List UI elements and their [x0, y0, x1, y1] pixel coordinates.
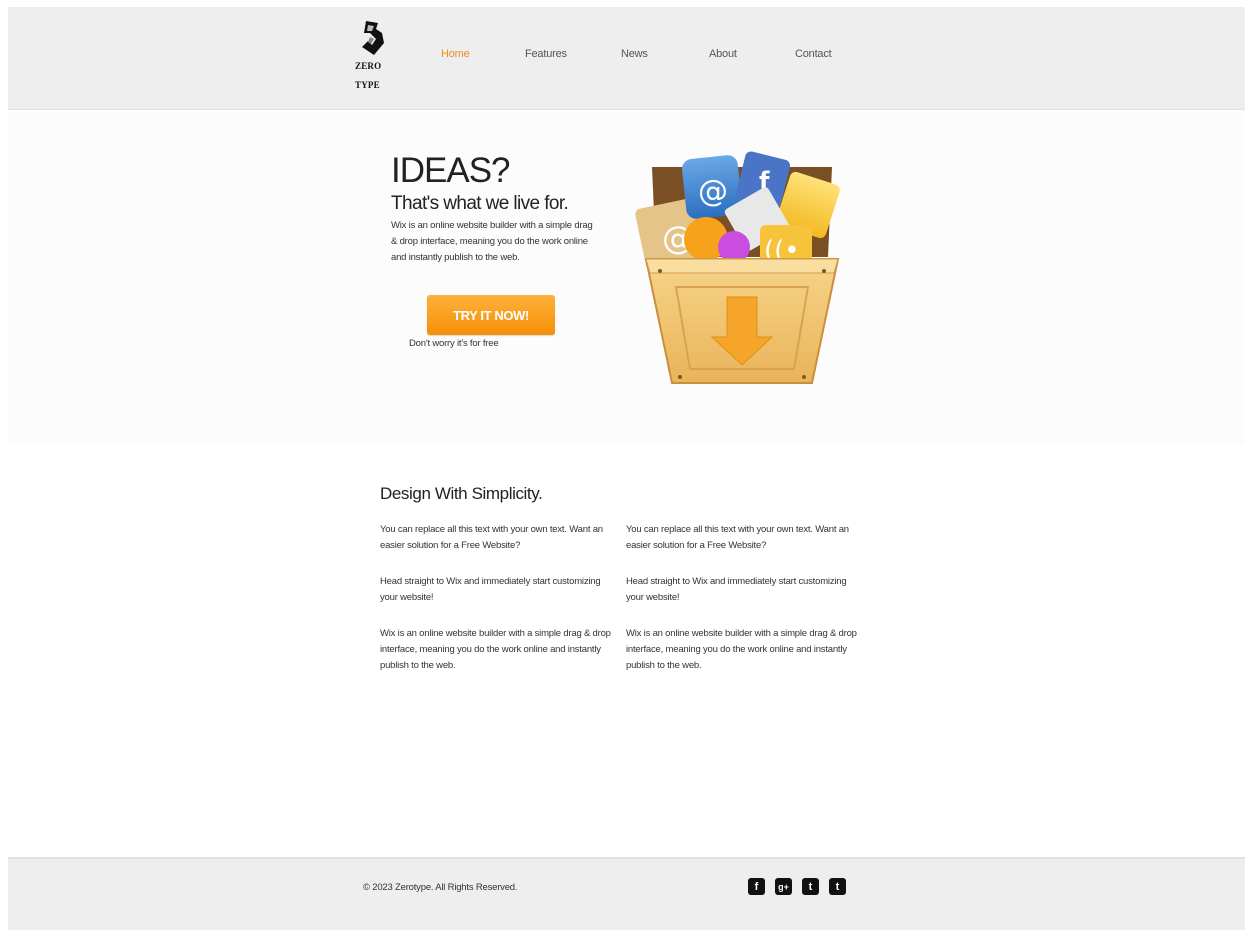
hero-description: Wix is an online website builder with a …	[391, 220, 593, 263]
cta-note: Don't worry it's for free	[409, 338, 499, 349]
try-it-now-button[interactable]: TRY IT NOW!	[427, 295, 555, 335]
content-column-left: You can replace all this text with your …	[380, 522, 615, 694]
site-footer: © 2023 Zerotype. All Rights Reserved. f …	[8, 857, 1245, 930]
paragraph: You can replace all this text with your …	[380, 524, 603, 551]
hero-subtitle: That's what we live for.	[391, 193, 569, 214]
google-plus-icon[interactable]: g+	[775, 878, 792, 895]
section-title: Design With Simplicity.	[380, 484, 543, 503]
content-section: Design With Simplicity. You can replace …	[0, 444, 1245, 854]
paragraph: Wix is an online website builder with a …	[626, 628, 857, 671]
paragraph: Wix is an online website builder with a …	[380, 628, 611, 671]
paragraph: Head straight to Wix and immediately sta…	[626, 576, 847, 603]
content-column-right: You can replace all this text with your …	[626, 522, 861, 694]
nav-contact[interactable]: Contact	[795, 48, 832, 60]
site-header: ZERO TYPE Home Features News About Conta…	[8, 7, 1245, 110]
twitter-icon[interactable]: t	[802, 878, 819, 895]
paragraph: Head straight to Wix and immediately sta…	[380, 576, 601, 603]
facebook-icon[interactable]: f	[748, 878, 765, 895]
crate-of-icons-image: @ @ f ((•	[635, 151, 840, 384]
hero-section: IDEAS? That's what we live for. Wix is a…	[8, 111, 1245, 444]
logo-text-line1: ZERO	[355, 61, 382, 71]
paragraph: You can replace all this text with your …	[626, 524, 849, 551]
logo[interactable]: ZERO TYPE	[355, 19, 395, 109]
svg-text:@: @	[698, 174, 728, 209]
nav-features[interactable]: Features	[525, 48, 567, 60]
nav-about[interactable]: About	[709, 48, 737, 60]
tumblr-icon[interactable]: t	[829, 878, 846, 895]
copyright-text: © 2023 Zerotype. All Rights Reserved.	[363, 882, 518, 893]
hero-title: IDEAS?	[391, 151, 510, 190]
nav-news[interactable]: News	[621, 48, 648, 60]
social-links: f g+ t t	[748, 878, 846, 895]
nav-home[interactable]: Home	[441, 48, 470, 60]
logo-text-line2: TYPE	[355, 80, 380, 90]
logo-icon	[362, 21, 384, 55]
